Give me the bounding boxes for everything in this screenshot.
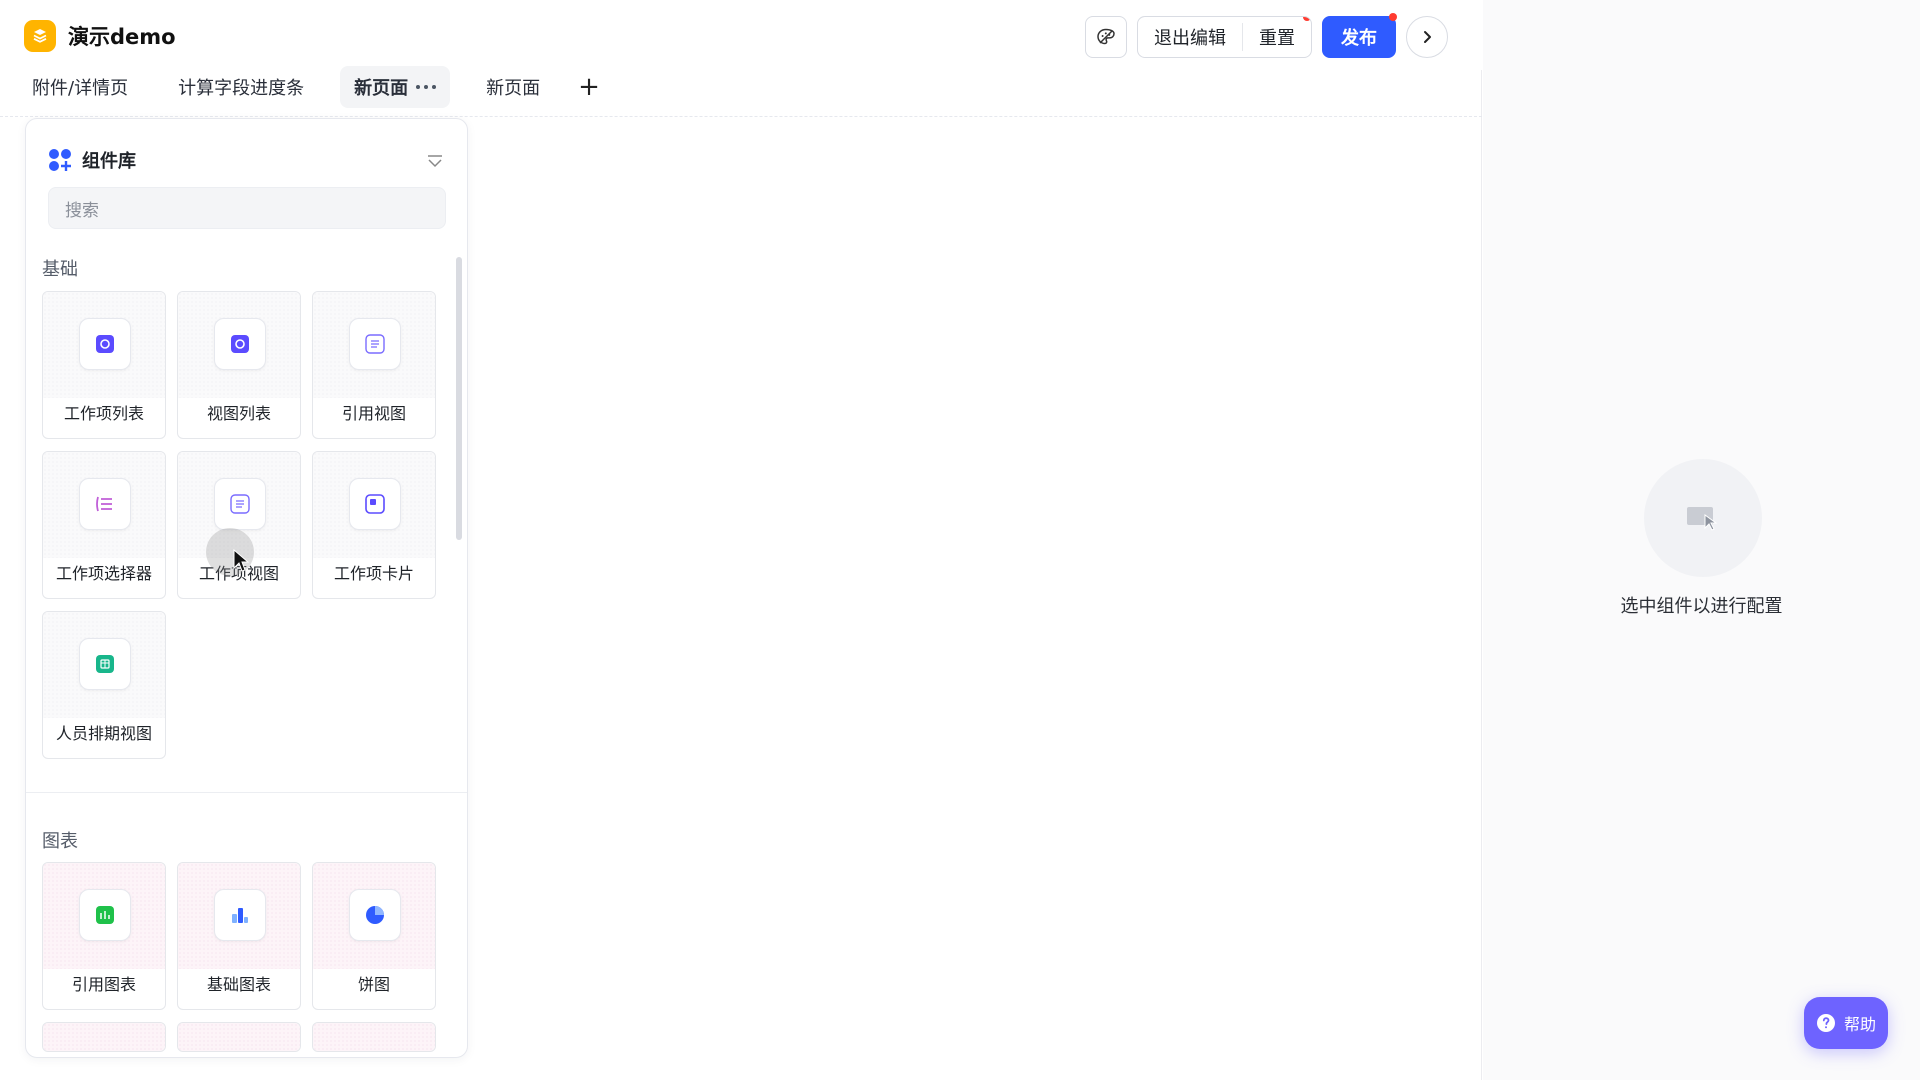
component-card-partial[interactable]	[177, 1022, 301, 1052]
cursor-arrow-icon	[233, 549, 249, 572]
canvas-top-border	[0, 116, 1482, 117]
more-icon[interactable]	[416, 85, 437, 89]
component-card-view-list[interactable]: 视图列表	[177, 291, 301, 439]
list-icon	[79, 318, 131, 370]
app-name: 演示demo	[68, 25, 176, 49]
palette-icon	[1097, 28, 1115, 45]
tab-new-page-label: 新页面	[354, 78, 409, 99]
component-library: 组件库 搜索 基础 工作项列表 视图列表 引用视图 工作项选择器 工作项视图 工…	[25, 118, 468, 1058]
component-card-work-item-card[interactable]: 工作项卡片	[312, 451, 436, 599]
card-label: 人员排期视图	[55, 724, 152, 743]
help-label: 帮助	[1843, 1015, 1876, 1034]
collapse-icon[interactable]	[425, 151, 445, 171]
card-label: 引用视图	[341, 404, 406, 423]
card-label: 基础图表	[206, 975, 271, 994]
library-scrollbar[interactable]	[456, 257, 462, 1057]
help-button[interactable]: 帮助	[1804, 997, 1888, 1049]
component-card-pie-chart[interactable]: 饼图	[312, 862, 436, 1010]
selector-icon	[79, 478, 131, 530]
expand-panel-button[interactable]	[1406, 16, 1448, 58]
card-icon	[349, 478, 401, 530]
chevron-right-icon	[1424, 31, 1431, 43]
component-card-work-item-list[interactable]: 工作项列表	[42, 291, 166, 439]
edit-actions-group: 退出编辑 重置	[1137, 16, 1312, 58]
config-empty-text: 选中组件以进行配置	[1620, 596, 1783, 617]
card-label: 引用图表	[71, 975, 136, 994]
bar-chart-icon	[214, 889, 266, 941]
add-tab-icon[interactable]: +	[576, 74, 602, 100]
page-tabs: 附件/详情页 计算字段进度条 新页面 新页面 +	[18, 66, 602, 108]
publish-button-label: 发布	[1341, 28, 1377, 49]
card-label: 视图列表	[206, 404, 271, 423]
theme-button[interactable]	[1085, 16, 1127, 58]
card-preview	[313, 1023, 435, 1051]
component-card-person-schedule-view[interactable]: 人员排期视图	[42, 611, 166, 759]
card-label: 饼图	[357, 975, 390, 994]
library-scroll-thumb[interactable]	[456, 257, 462, 540]
reference-chart-icon	[79, 889, 131, 941]
top-actions: 退出编辑 重置 发布	[1085, 13, 1448, 58]
help-icon	[1816, 1014, 1835, 1032]
card-preview	[178, 1023, 300, 1051]
config-panel: 选中组件以进行配置	[1483, 0, 1920, 1080]
publish-notification-dot	[1389, 13, 1397, 21]
component-card-reference-chart[interactable]: 引用图表	[42, 862, 166, 1010]
app-shell: 演示demo 退出编辑 重置 发布 附件/详情页 计算字段进度条 新页面 新页面…	[0, 0, 1920, 1080]
library-search-input[interactable]: 搜索	[48, 187, 446, 229]
top-bar: 演示demo 退出编辑 重置 发布	[0, 0, 1482, 70]
pie-chart-icon	[349, 889, 401, 941]
component-card-work-item-selector[interactable]: 工作项选择器	[42, 451, 166, 599]
view-icon	[214, 478, 266, 530]
publish-button[interactable]: 发布	[1322, 13, 1397, 58]
tab-new-page[interactable]: 新页面	[472, 66, 554, 108]
editor-area: 演示demo 退出编辑 重置 发布 附件/详情页 计算字段进度条 新页面 新页面…	[0, 0, 1482, 1080]
tab-progress-field[interactable]: 计算字段进度条	[164, 66, 318, 108]
app-title: 演示demo	[24, 18, 176, 54]
component-card-partial[interactable]	[42, 1022, 166, 1052]
component-card-reference-view[interactable]: 引用视图	[312, 291, 436, 439]
empty-config-illustration	[1644, 459, 1762, 577]
component-card-basic-chart[interactable]: 基础图表	[177, 862, 301, 1010]
chart-section-title: 图表	[42, 831, 78, 852]
component-library-icon	[49, 149, 71, 171]
tab-attachment-detail[interactable]: 附件/详情页	[18, 66, 142, 108]
component-card-partial[interactable]	[312, 1022, 436, 1052]
reference-view-icon	[349, 318, 401, 370]
app-logo-icon	[24, 20, 56, 52]
card-label: 工作项卡片	[333, 564, 414, 583]
select-component-icon	[1687, 507, 1718, 531]
card-label: 工作项列表	[63, 404, 144, 423]
exit-edit-button[interactable]: 退出编辑	[1138, 17, 1242, 57]
card-label: 工作项选择器	[55, 564, 152, 583]
section-divider	[26, 792, 467, 793]
tab-new-page-active[interactable]: 新页面	[340, 66, 451, 108]
library-title: 组件库	[82, 151, 136, 172]
library-header: 组件库	[26, 143, 467, 177]
view-list-icon	[214, 318, 266, 370]
card-preview	[43, 1023, 165, 1051]
component-card-work-item-view[interactable]: 工作项视图	[177, 451, 301, 599]
schedule-icon	[79, 638, 131, 690]
basic-section-title: 基础	[42, 259, 78, 280]
reset-button[interactable]: 重置	[1243, 17, 1311, 57]
